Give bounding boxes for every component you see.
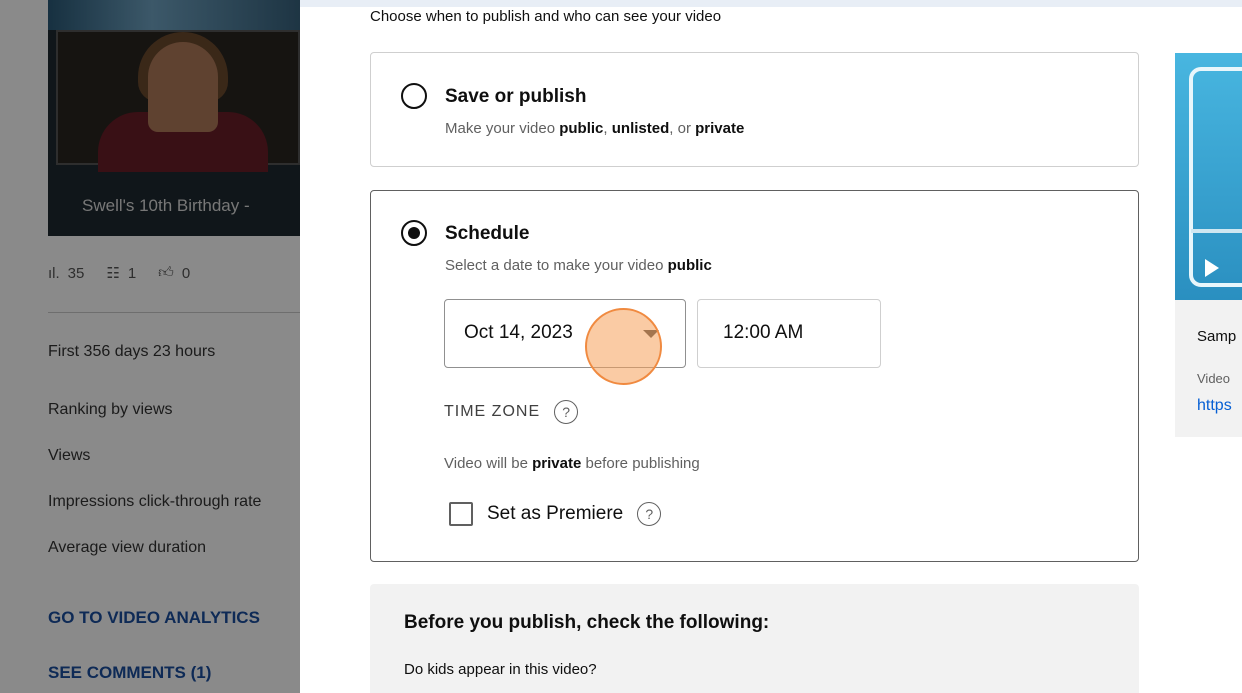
save-publish-description: Make your video public, unlisted, or pri… xyxy=(445,120,745,137)
save-publish-radio[interactable] xyxy=(401,83,427,109)
privacy-note: Video will be private before publishing xyxy=(444,455,700,472)
preview-title: Samp xyxy=(1197,328,1237,345)
premiere-label: Set as Premiere xyxy=(487,503,624,524)
visibility-subtitle: Choose when to publish and who can see y… xyxy=(370,8,722,25)
schedule-title: Schedule xyxy=(445,223,530,244)
preview-progress-bar xyxy=(1191,229,1242,233)
dialog-top-edge xyxy=(300,0,1242,7)
radio-selected-dot xyxy=(408,227,420,239)
publish-checklist: Before you publish, check the following:… xyxy=(370,584,1139,693)
click-cursor-indicator xyxy=(585,308,662,385)
date-value: Oct 14, 2023 xyxy=(464,322,573,343)
save-or-publish-option[interactable]: Save or publish Make your video public, … xyxy=(370,52,1139,167)
checklist-heading: Before you publish, check the following: xyxy=(404,612,770,633)
time-picker[interactable]: 12:00 AM xyxy=(697,299,881,368)
time-value: 12:00 AM xyxy=(723,322,804,343)
preview-player[interactable] xyxy=(1175,53,1242,300)
preview-frame xyxy=(1189,67,1242,287)
modal-overlay xyxy=(0,0,300,693)
time-zone-label: TIME ZONE xyxy=(444,403,541,420)
video-preview-card: Samp Video https xyxy=(1175,53,1242,437)
premiere-option[interactable]: Set as Premiere ? xyxy=(449,502,662,526)
save-publish-title: Save or publish xyxy=(445,86,587,107)
help-icon[interactable]: ? xyxy=(554,400,579,424)
schedule-description: Select a date to make your video public xyxy=(445,257,712,274)
schedule-radio[interactable] xyxy=(401,220,427,246)
premiere-checkbox[interactable] xyxy=(449,502,473,526)
help-icon[interactable]: ? xyxy=(637,502,662,526)
video-link-label: Video xyxy=(1197,371,1231,386)
schedule-option[interactable]: Schedule Select a date to make your vide… xyxy=(370,190,1139,562)
background-panel: Swell's 10th Birthday - ıl. 35 ☷ 1 👍︎ 0 Fir… xyxy=(0,0,300,693)
play-icon[interactable] xyxy=(1205,259,1219,277)
video-link[interactable]: https xyxy=(1197,397,1232,415)
kids-question: Do kids appear in this video? xyxy=(404,661,597,678)
time-zone-row: TIME ZONE ? xyxy=(444,400,579,424)
